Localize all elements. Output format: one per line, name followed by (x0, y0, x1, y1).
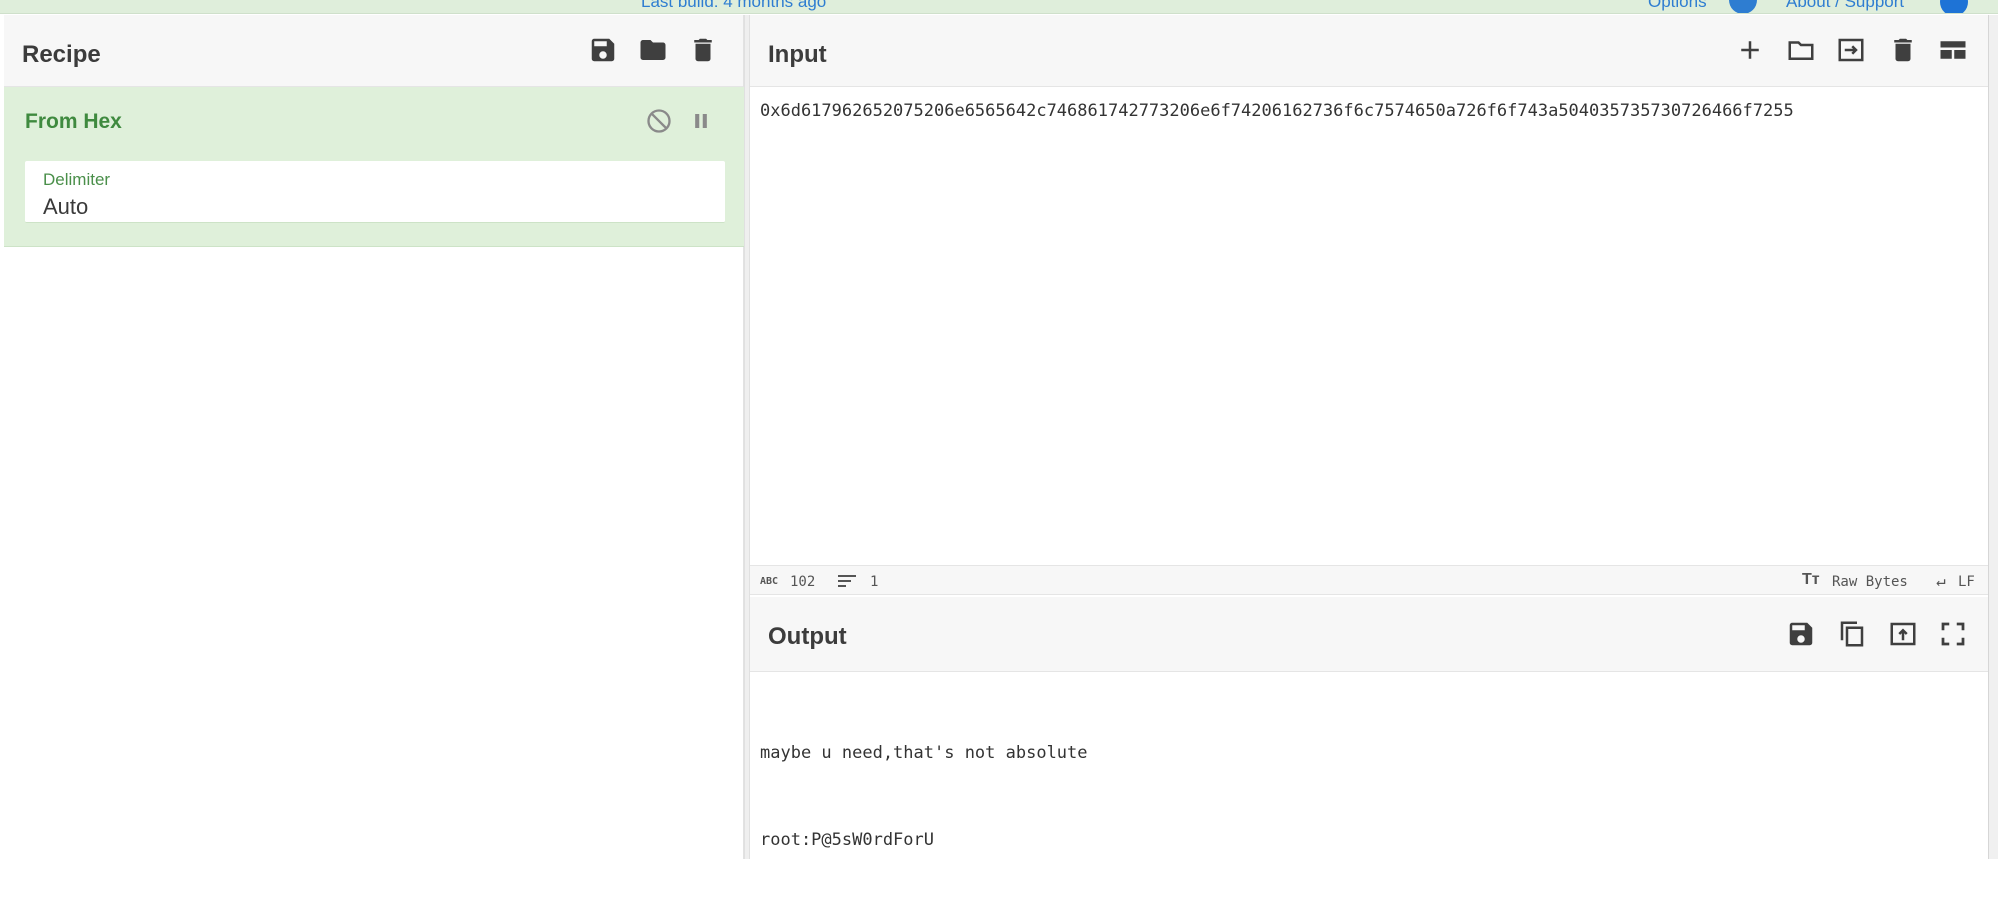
layout-icon[interactable] (1938, 35, 1968, 65)
fullscreen-icon[interactable] (1938, 619, 1968, 649)
output-line: root:P@5sW0rdForU (760, 830, 934, 850)
delimiter-label: Delimiter (43, 170, 111, 189)
delimiter-field[interactable]: Delimiter Auto (25, 161, 725, 223)
input-status-bar: ABC 102 1 Tт Raw Bytes ↵ LF (750, 565, 1988, 595)
output-header: Output (750, 597, 1988, 672)
abc-icon: ABC (760, 576, 779, 587)
operation-from-hex[interactable]: From Hex Delimiter Auto (4, 87, 744, 247)
lines-icon (838, 574, 858, 592)
gear-icon[interactable] (1729, 0, 1757, 13)
input-line-count: 1 (870, 574, 879, 590)
text-size-icon[interactable]: Tт (1802, 571, 1820, 589)
encoding-label[interactable]: Raw Bytes (1832, 574, 1908, 590)
last-build-text: Last build: 4 months ago (641, 0, 827, 11)
input-panel: Input 0x6d617962652075206e6565642c746861… (750, 15, 1988, 595)
line-ending-icon[interactable]: ↵ (1936, 571, 1946, 590)
operation-title: From Hex (25, 110, 122, 133)
plus-icon[interactable] (1735, 35, 1765, 65)
recipe-panel: Recipe From Hex Delimiter Auto (4, 15, 744, 859)
folder-icon[interactable] (638, 35, 668, 65)
disable-icon[interactable] (645, 107, 673, 135)
input-length: 102 (790, 574, 816, 590)
replace-input-icon[interactable] (1888, 619, 1918, 649)
copy-icon[interactable] (1837, 619, 1867, 649)
trash-icon[interactable] (688, 35, 718, 65)
trash-icon[interactable] (1888, 35, 1918, 65)
folder-icon[interactable] (1786, 35, 1816, 65)
scrollbar[interactable] (1988, 15, 1998, 859)
input-title: Input (768, 41, 827, 68)
input-header: Input (750, 15, 1988, 87)
output-textarea[interactable]: maybe u need,that's not absolute root:P@… (760, 681, 1088, 913)
delimiter-value[interactable]: Auto (43, 194, 88, 220)
pause-icon[interactable] (687, 107, 715, 135)
output-panel: Output maybe u need,that's not absolute … (750, 597, 1988, 859)
recipe-title: Recipe (22, 41, 101, 68)
output-line: maybe u need,that's not absolute (760, 743, 1088, 763)
input-textarea[interactable]: 0x6d617962652075206e6565642c746861742773… (760, 97, 1794, 126)
output-title: Output (768, 623, 847, 650)
save-icon[interactable] (1786, 619, 1816, 649)
help-icon[interactable] (1940, 0, 1968, 13)
about-support-link[interactable]: About / Support (1786, 0, 1904, 12)
top-bar: Last build: 4 months ago Options About /… (0, 0, 1998, 14)
import-icon[interactable] (1836, 35, 1866, 65)
save-icon[interactable] (588, 35, 618, 65)
line-ending-label[interactable]: LF (1958, 574, 1975, 590)
options-link[interactable]: Options (1648, 0, 1707, 12)
recipe-header: Recipe (4, 15, 743, 87)
